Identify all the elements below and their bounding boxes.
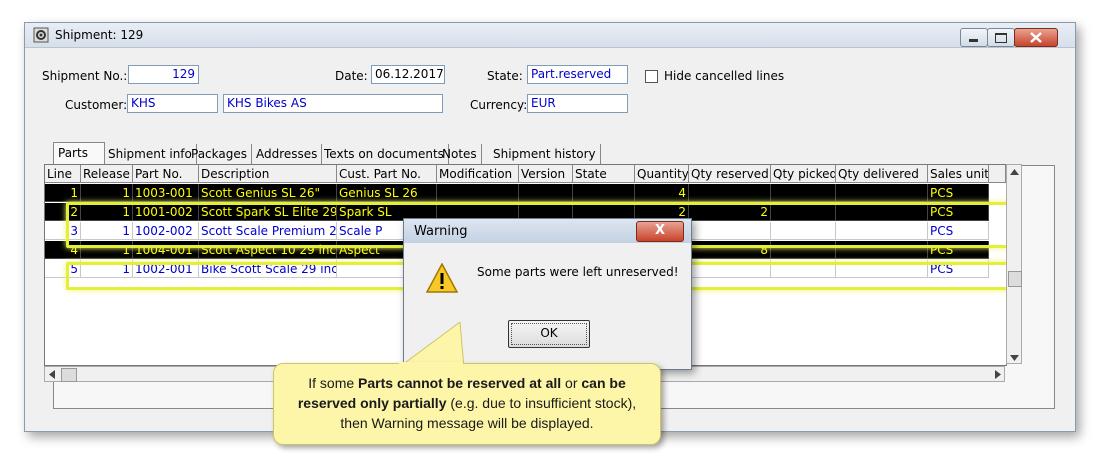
column-header[interactable]: Qty delivered <box>836 165 928 183</box>
scroll-thumb[interactable] <box>1008 271 1022 287</box>
cell-cust: Genius SL 26 <box>337 184 437 202</box>
tab-texts-on-documents[interactable]: Texts on documents <box>320 144 449 164</box>
callout-part-2: or <box>561 375 582 391</box>
state-label: State: <box>487 69 523 83</box>
cell-line: 1 <box>45 184 81 202</box>
tab-packages[interactable]: Packages <box>187 144 252 164</box>
currency-label: Currency: <box>470 98 528 112</box>
scroll-up-icon[interactable] <box>1010 169 1019 175</box>
column-header[interactable]: State <box>573 165 635 183</box>
cell-ver <box>519 184 573 202</box>
currency-field[interactable]: EUR <box>527 94 628 113</box>
cell-unit: PCS <box>928 184 989 202</box>
warning-dialog-titlebar: Warning X <box>404 219 691 243</box>
cell-res <box>689 184 771 202</box>
column-header[interactable]: Part No. <box>133 165 199 183</box>
column-header[interactable]: Version <box>519 165 573 183</box>
date-field[interactable]: 06.12.2017 <box>371 65 445 84</box>
hide-cancelled-checkbox[interactable] <box>645 70 658 83</box>
cell-release: 1 <box>81 184 133 202</box>
vertical-scrollbar[interactable] <box>1006 164 1022 364</box>
cell-part: 1003-001 <box>133 184 199 202</box>
column-header[interactable]: Quantity <box>635 165 689 183</box>
column-header[interactable]: Qty picked <box>771 165 836 183</box>
warning-close-button[interactable]: X <box>636 221 684 242</box>
tab-parts[interactable]: Parts <box>53 142 105 166</box>
column-header[interactable]: Sales unit <box>928 165 989 183</box>
column-header-filler <box>989 165 1006 183</box>
minimize-icon <box>969 39 978 42</box>
title-bar: Shipment: 129 <box>25 23 1075 48</box>
close-icon: X <box>654 223 666 238</box>
customer-label: Customer: <box>65 98 128 112</box>
tab-shipment-info[interactable]: Shipment info <box>104 144 197 164</box>
state-field: Part.reserved <box>527 65 628 84</box>
warning-message: Some parts were left unreserved! <box>477 265 679 279</box>
warning-dialog-title: Warning <box>414 224 468 239</box>
callout-pointer-mask <box>399 362 463 365</box>
customer-name-field[interactable]: KHS Bikes AS <box>223 94 443 113</box>
column-header[interactable]: Description <box>199 165 337 183</box>
scroll-left-icon[interactable] <box>49 370 55 379</box>
minimize-button[interactable] <box>960 28 988 47</box>
warning-icon <box>426 263 458 293</box>
table-row[interactable]: 1 1 1003-001 Scott Genius SL 26" Genius SL 2… <box>45 184 989 202</box>
callout-part-1: If some <box>308 375 359 391</box>
column-header[interactable]: Qty reserved <box>689 165 771 183</box>
tab-notes[interactable]: Notes <box>438 144 482 164</box>
column-header[interactable]: Release <box>81 165 133 183</box>
cell-mod <box>437 184 519 202</box>
tab-shipment-history[interactable]: Shipment history <box>489 144 601 164</box>
shipment-no-label: Shipment No.: <box>42 69 128 83</box>
app-gear-icon <box>33 27 49 43</box>
shipment-no-field[interactable]: 129 <box>128 65 199 84</box>
cell-desc: Scott Genius SL 26" <box>199 184 337 202</box>
ok-button[interactable]: OK <box>508 320 590 348</box>
close-icon <box>1030 32 1042 43</box>
callout-text: If some Parts cannot be reserved at all … <box>284 373 650 433</box>
customer-code-field[interactable]: KHS <box>127 94 218 113</box>
column-header[interactable]: Cust. Part No. <box>337 165 437 183</box>
scroll-right-icon[interactable] <box>995 370 1001 379</box>
maximize-button[interactable] <box>987 28 1015 47</box>
column-header[interactable]: Line <box>45 165 81 183</box>
scroll-down-icon[interactable] <box>1010 355 1019 361</box>
callout-bold-1: Parts cannot be reserved at all <box>358 375 562 391</box>
maximize-icon <box>995 33 1007 43</box>
cell-state <box>573 184 635 202</box>
tab-addresses[interactable]: Addresses <box>252 144 323 164</box>
window-title: Shipment: 129 <box>55 28 144 42</box>
grid-header: Line Release Part No. Description Cust. Part… <box>45 165 1006 183</box>
date-label: Date: <box>335 69 368 83</box>
cell-picked <box>771 184 836 202</box>
column-header[interactable]: Modification <box>437 165 519 183</box>
hide-cancelled-label: Hide cancelled lines <box>664 69 785 83</box>
close-button[interactable] <box>1014 28 1058 47</box>
explanation-callout: If some Parts cannot be reserved at all … <box>273 363 661 445</box>
cell-qty: 4 <box>635 184 689 202</box>
hscroll-thumb[interactable] <box>61 368 77 382</box>
cell-deliv <box>836 184 928 202</box>
